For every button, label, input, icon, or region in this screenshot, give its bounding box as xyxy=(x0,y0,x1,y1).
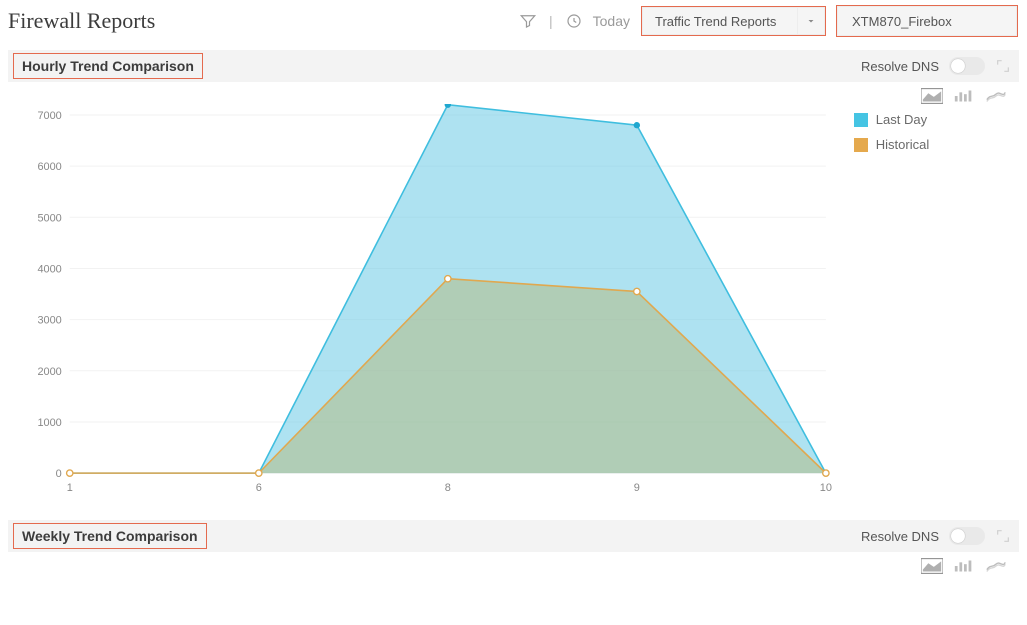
section-header-weekly: Weekly Trend Comparison Resolve DNS xyxy=(8,520,1019,552)
time-range-label[interactable]: Today xyxy=(593,13,630,29)
svg-text:7000: 7000 xyxy=(37,110,61,122)
svg-text:3000: 3000 xyxy=(37,315,61,327)
device-dropdown[interactable]: XTM870_Firebox xyxy=(837,6,1017,36)
svg-text:1000: 1000 xyxy=(37,417,61,429)
bar-chart-icon[interactable] xyxy=(953,88,975,104)
area-chart-icon[interactable] xyxy=(921,88,943,104)
svg-text:10: 10 xyxy=(820,482,832,494)
svg-text:2000: 2000 xyxy=(37,366,61,378)
section-hourly: Hourly Trend Comparison Resolve DNS xyxy=(8,50,1019,512)
svg-text:8: 8 xyxy=(445,482,451,494)
expand-icon[interactable] xyxy=(995,528,1011,544)
legend-label-a: Last Day xyxy=(876,112,927,127)
top-bar: Firewall Reports | Today Traffic Trend R… xyxy=(0,0,1027,42)
svg-text:5000: 5000 xyxy=(37,212,61,224)
chevron-down-icon[interactable] xyxy=(798,7,825,35)
svg-text:9: 9 xyxy=(634,482,640,494)
section-weekly: Weekly Trend Comparison Resolve DNS xyxy=(8,520,1019,574)
legend-item-last-day[interactable]: Last Day xyxy=(854,112,1003,127)
report-type-dropdown[interactable]: Traffic Trend Reports xyxy=(642,7,825,35)
resolve-dns-label: Resolve DNS xyxy=(861,529,939,544)
filter-icon[interactable] xyxy=(519,12,537,30)
legend-item-historical[interactable]: Historical xyxy=(854,137,1003,152)
chart-area: 0 1000 2000 3000 4000 5000 6000 7000 1 6 8 9 10 Last… xyxy=(8,104,1019,512)
resolve-dns-toggle[interactable] xyxy=(949,57,985,75)
section-title-hourly: Hourly Trend Comparison xyxy=(16,56,200,76)
top-controls: | Today xyxy=(519,12,630,30)
chart-legend: Last Day Historical xyxy=(846,104,1007,504)
swatch-historical xyxy=(854,138,868,152)
chart-type-row xyxy=(8,82,1019,104)
chart-type-row xyxy=(8,552,1019,574)
svg-text:6000: 6000 xyxy=(37,161,61,173)
expand-icon[interactable] xyxy=(995,58,1011,74)
swatch-last-day xyxy=(854,113,868,127)
hourly-chart: 0 1000 2000 3000 4000 5000 6000 7000 1 6 8 9 10 xyxy=(20,104,846,504)
bar-chart-icon[interactable] xyxy=(953,558,975,574)
line-chart-icon[interactable] xyxy=(985,88,1007,104)
legend-label-b: Historical xyxy=(876,137,929,152)
area-chart-icon[interactable] xyxy=(921,558,943,574)
section-title-weekly: Weekly Trend Comparison xyxy=(16,526,204,546)
svg-text:4000: 4000 xyxy=(37,263,61,275)
separator: | xyxy=(547,13,555,29)
device-value[interactable]: XTM870_Firebox xyxy=(852,14,952,29)
resolve-dns-label: Resolve DNS xyxy=(861,59,939,74)
svg-text:1: 1 xyxy=(67,482,73,494)
section-header-hourly: Hourly Trend Comparison Resolve DNS xyxy=(8,50,1019,82)
resolve-dns-toggle[interactable] xyxy=(949,527,985,545)
page-title: Firewall Reports xyxy=(8,8,163,34)
svg-text:6: 6 xyxy=(256,482,262,494)
svg-text:0: 0 xyxy=(56,468,62,480)
line-chart-icon[interactable] xyxy=(985,558,1007,574)
report-type-value[interactable]: Traffic Trend Reports xyxy=(642,7,798,35)
clock-icon[interactable] xyxy=(565,12,583,30)
